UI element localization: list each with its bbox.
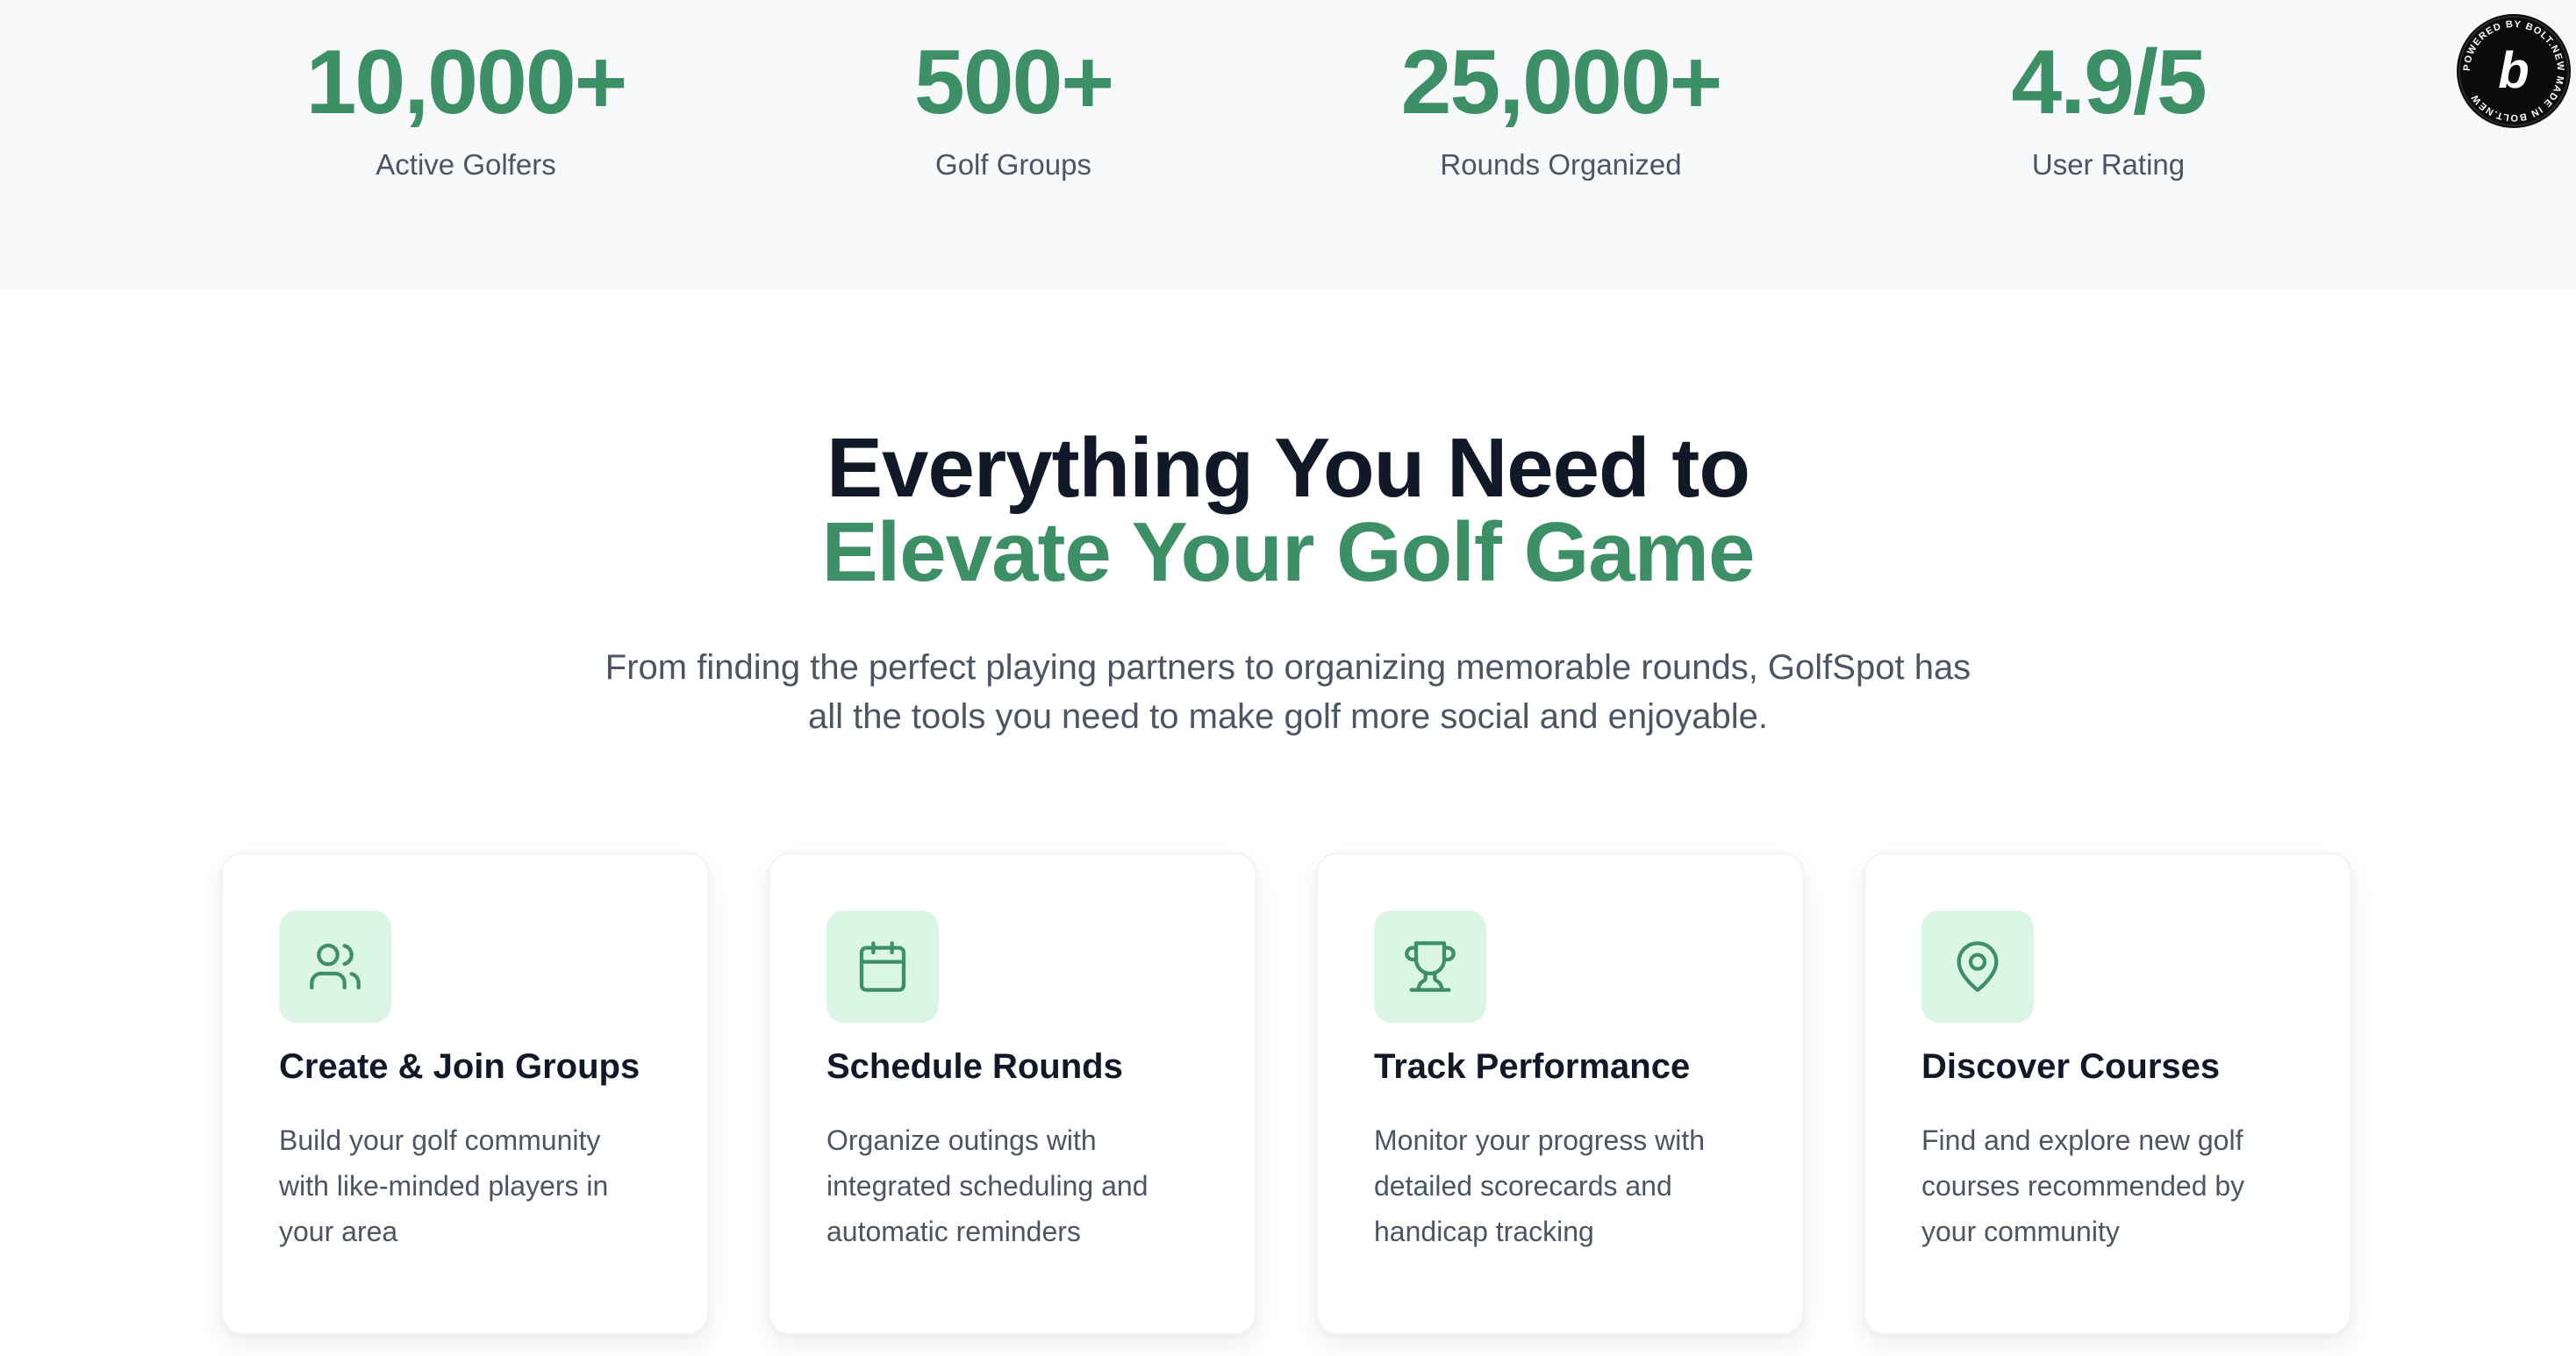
card-title: Discover Courses: [1921, 1047, 2221, 1086]
stat-label: User Rating: [2031, 148, 2186, 181]
feature-card-groups: Create & Join Groups Build your golf com…: [221, 853, 709, 1335]
bolt-logo-icon: POWERED BY BOLT.NEW MADE IN BOLT.NEW b: [2458, 16, 2569, 126]
users-icon: [310, 943, 361, 990]
card-title: Create & Join Groups: [279, 1047, 640, 1086]
features-heading: Everything You Need to Elevate Your Golf…: [0, 426, 2576, 595]
stat-value: 25,000+: [1400, 32, 1723, 133]
card-title: Schedule Rounds: [826, 1047, 1123, 1086]
card-description: Monitor your progress with detailed scor…: [1374, 1124, 1706, 1247]
stat-label: Rounds Organized: [1440, 148, 1682, 181]
map-pin-icon: [1957, 941, 1999, 992]
card-description: Organize outings with integrated schedul…: [826, 1124, 1148, 1247]
calendar-icon: [859, 941, 906, 992]
badge-letter: b: [2498, 42, 2529, 99]
stat-user-rating: 4.9/5 User Rating: [1836, 26, 2380, 182]
stat-label: Golf Groups: [935, 148, 1091, 181]
bolt-badge-link[interactable]: POWERED BY BOLT.NEW MADE IN BOLT.NEW b: [2457, 14, 2571, 128]
feature-card-courses: Discover Courses Find and explore new go…: [1864, 853, 2351, 1335]
stat-value: 4.9/5: [2011, 32, 2207, 133]
stat-value: 500+: [913, 32, 1114, 133]
card-icon-box: [279, 910, 391, 1023]
stat-active-golfers: 10,000+ Active Golfers: [194, 26, 738, 182]
card-description: Find and explore new golf courses recomm…: [1921, 1124, 2245, 1247]
card-icon-box: [1374, 910, 1486, 1023]
features-subtitle: From finding the perfect playing partner…: [605, 648, 1971, 736]
stat-rounds-organized: 25,000+ Rounds Organized: [1289, 26, 1833, 182]
feature-card-schedule: Schedule Rounds Organize outings with in…: [769, 853, 1256, 1335]
trophy-icon: [1405, 941, 1456, 992]
heading-line-2: Elevate Your Golf Game: [821, 505, 1756, 599]
card-description: Build your golf community with like-mind…: [279, 1124, 609, 1247]
card-title: Track Performance: [1374, 1047, 1691, 1086]
stats-section: 10,000+ Active Golfers 500+ Golf Groups …: [0, 0, 2576, 289]
heading-line-1: Everything You Need to: [826, 421, 1750, 515]
stat-value: 10,000+: [305, 32, 628, 133]
card-icon-box: [826, 910, 939, 1023]
card-icon-box: [1921, 910, 2034, 1023]
stat-label: Active Golfers: [376, 148, 556, 181]
stat-golf-groups: 500+ Golf Groups: [741, 26, 1285, 182]
feature-card-performance: Track Performance Monitor your progress …: [1316, 853, 1804, 1335]
